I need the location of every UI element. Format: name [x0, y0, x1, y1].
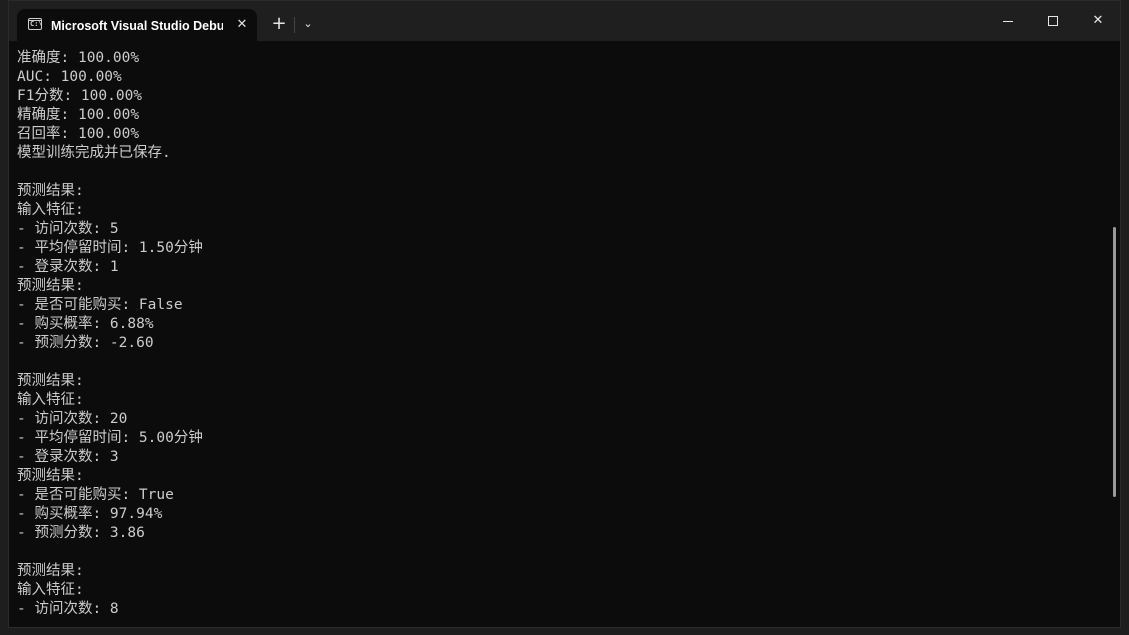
console-line: 预测结果:	[17, 563, 84, 579]
minimize-button[interactable]	[985, 1, 1031, 41]
console-line: AUC: 100.00%	[17, 69, 122, 85]
console-icon: C:\	[28, 18, 43, 30]
console-line: 预测结果:	[17, 468, 84, 484]
console-line: 输入特征:	[17, 202, 84, 218]
titlebar-divider	[294, 17, 295, 33]
console-line: - 访问次数: 5	[17, 221, 119, 237]
console-line: 预测结果:	[17, 373, 84, 389]
terminal-window: C:\ Microsoft Visual Studio Debug Consol…	[8, 0, 1121, 628]
new-tab-button[interactable]: +	[267, 11, 291, 37]
tab-title: Microsoft Visual Studio Debug Console	[51, 19, 223, 33]
console-line: - 登录次数: 1	[17, 259, 119, 275]
console-line: 输入特征:	[17, 392, 84, 408]
close-tab-icon[interactable]: ✕	[233, 16, 251, 34]
console-line: 准确度: 100.00%	[17, 50, 140, 66]
console-line: - 平均停留时间: 1.50分钟	[17, 240, 203, 256]
background-editor-strip	[0, 0, 8, 635]
console-line: - 登录次数: 3	[17, 449, 119, 465]
console-line: 召回率: 100.00%	[17, 126, 140, 142]
console-line: - 访问次数: 8	[17, 601, 119, 617]
scrollbar-thumb[interactable]	[1113, 227, 1116, 497]
close-window-button[interactable]: ✕	[1075, 1, 1120, 41]
console-line: - 购买概率: 97.94%	[17, 506, 163, 522]
background-taskbar-strip	[0, 628, 1129, 635]
minimize-icon	[1003, 21, 1013, 22]
console-line: 预测结果:	[17, 278, 84, 294]
tab-debug-console[interactable]: C:\ Microsoft Visual Studio Debug Consol…	[17, 9, 257, 41]
console-line: 精确度: 100.00%	[17, 107, 140, 123]
maximize-icon	[1048, 16, 1058, 26]
maximize-button[interactable]	[1030, 1, 1076, 41]
console-line: - 预测分数: 3.86	[17, 525, 145, 541]
console-line: - 平均停留时间: 5.00分钟	[17, 430, 203, 446]
console-line: - 是否可能购买: True	[17, 487, 174, 503]
console-icon-glyph: C:\	[30, 20, 43, 28]
console-line: F1分数: 100.00%	[17, 88, 143, 104]
title-bar: C:\ Microsoft Visual Studio Debug Consol…	[9, 1, 1120, 41]
console-line: - 访问次数: 20	[17, 411, 128, 427]
chevron-down-icon[interactable]: ⌄	[297, 11, 319, 37]
console-line: 预测结果:	[17, 183, 84, 199]
console-output[interactable]: 准确度: 100.00% AUC: 100.00% F1分数: 100.00% 精确度…	[17, 49, 1107, 625]
console-line: - 是否可能购买: False	[17, 297, 183, 313]
console-line: - 购买概率: 6.88%	[17, 316, 154, 332]
console-line: 输入特征:	[17, 582, 84, 598]
console-line: 模型训练完成并已保存.	[17, 145, 171, 161]
console-line: - 预测分数: -2.60	[17, 335, 154, 351]
